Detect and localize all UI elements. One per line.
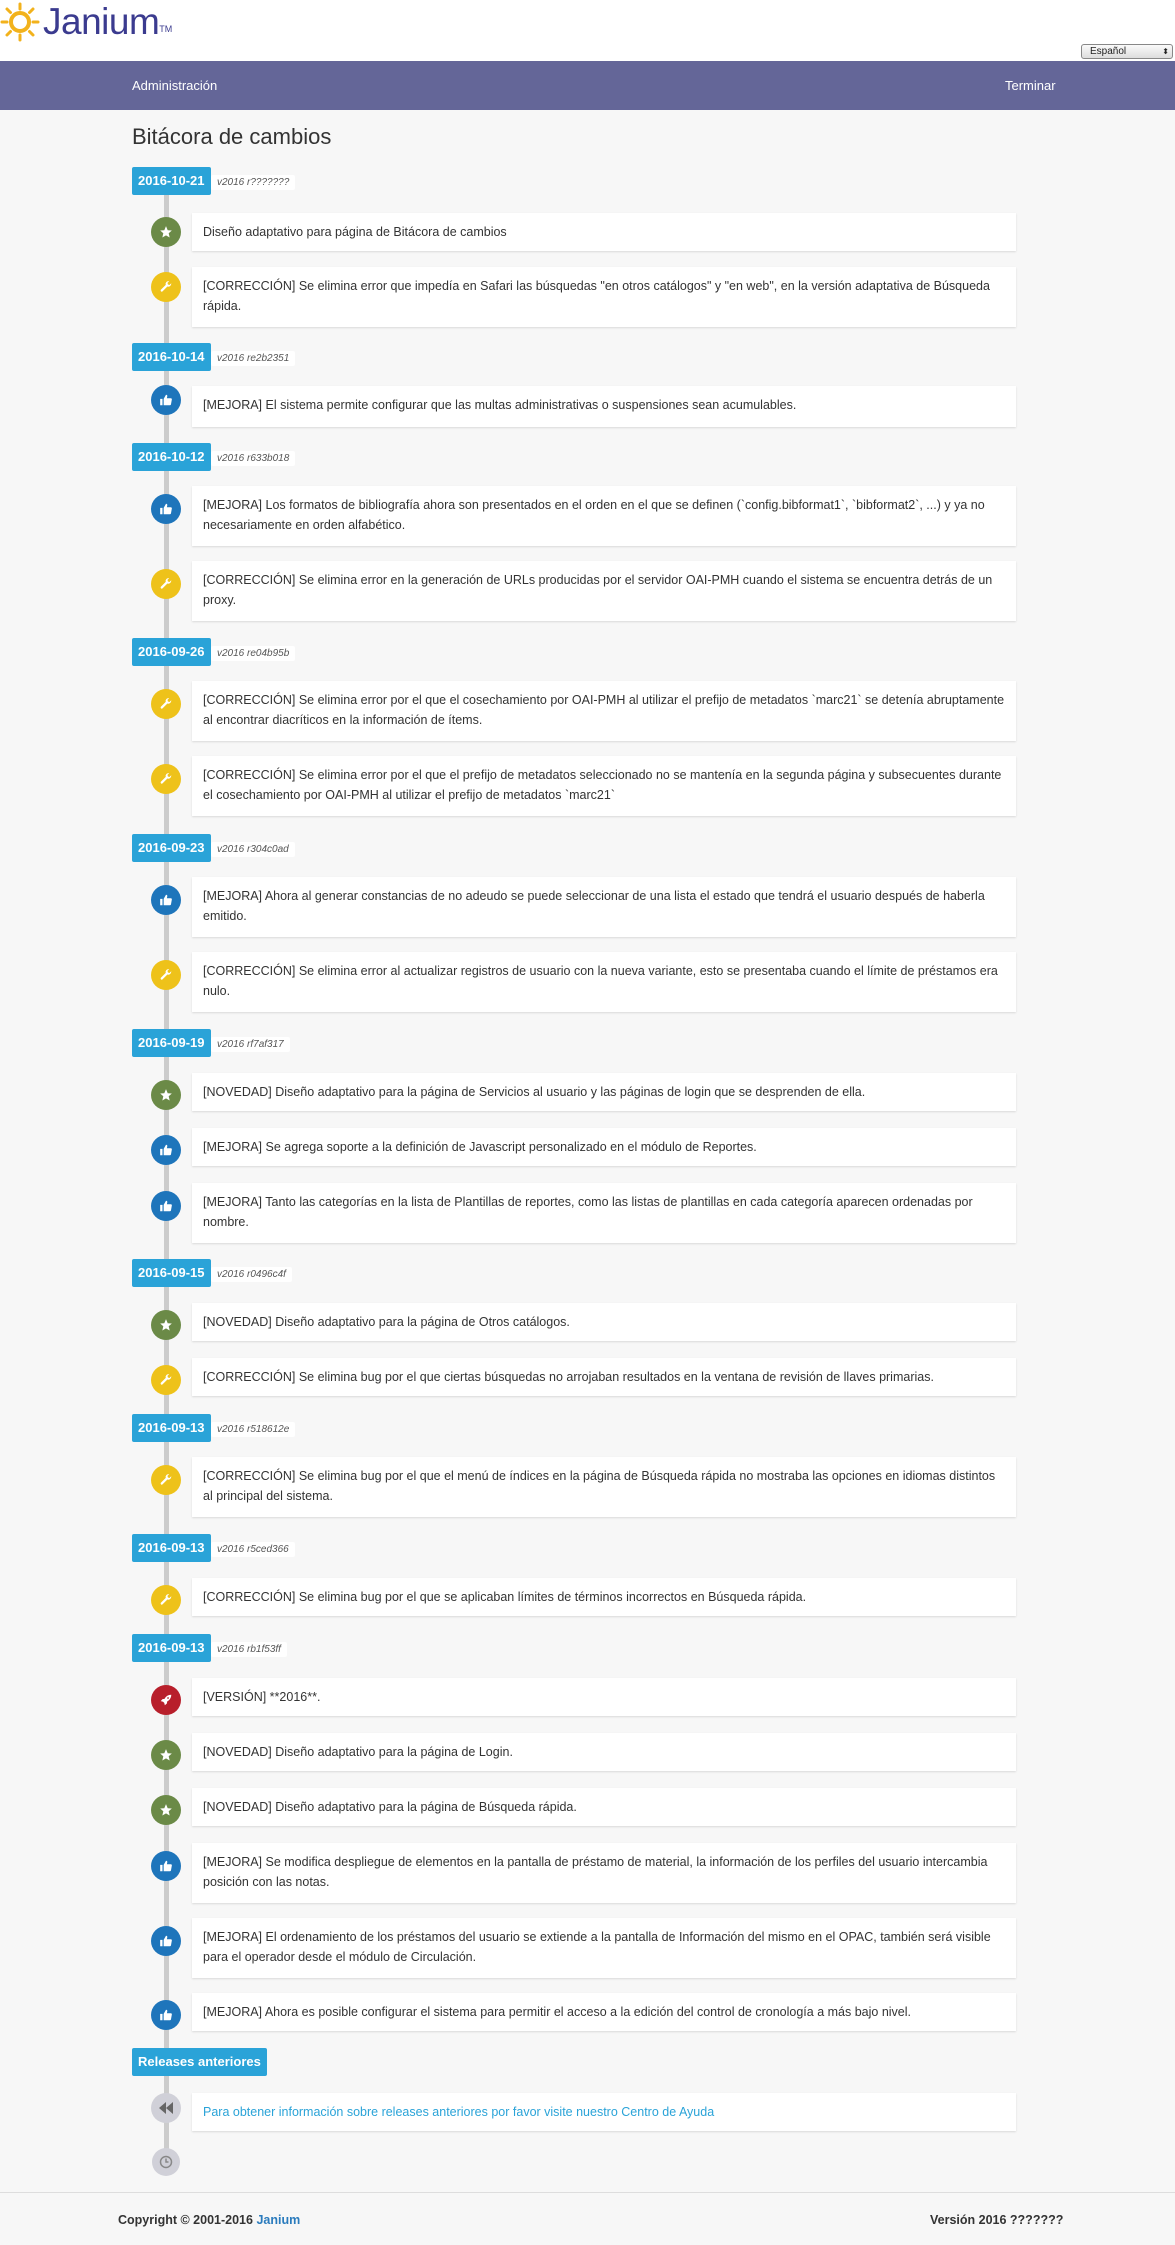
release-revision-label: v2016 re2b2351 [211,351,296,366]
copyright: Copyright © 2001-2016 Janium [118,2213,300,2227]
thumbs-up-icon [151,385,181,415]
thumbs-up-icon [151,1135,181,1165]
changelog-entry: [NOVEDAD] Diseño adaptativo para la pági… [192,1788,1016,1826]
version-label: Versión 2016 ??????? [930,2213,1064,2227]
rocket-icon [151,1685,181,1715]
star-icon [151,1080,181,1110]
rewind-icon [151,2093,181,2123]
release-revision-label: v2016 r??????? [211,175,296,190]
wrench-icon [151,764,181,794]
changelog-entry: [CORRECCIÓN] Se elimina bug por el que s… [192,1578,1016,1616]
language-select-value: Español [1090,46,1127,57]
star-icon [151,1740,181,1770]
release-date-badge: 2016-10-12 [132,443,211,471]
changelog-entry: [CORRECCIÓN] Se elimina error en la gene… [192,561,1016,621]
select-arrows-icon: ⬍ [1162,47,1169,56]
changelog-entry: [NOVEDAD] Diseño adaptativo para la pági… [192,1073,1016,1111]
changelog-entry: [CORRECCIÓN] Se elimina error por el que… [192,681,1016,741]
wrench-icon [151,272,181,302]
release-revision-label: v2016 rf7af317 [211,1037,290,1052]
star-icon [151,217,181,247]
wrench-icon [151,960,181,990]
star-icon [151,1310,181,1340]
changelog-entry: [MEJORA] Ahora es posible configurar el … [192,1993,1016,2031]
thumbs-up-icon [151,494,181,524]
wrench-icon [151,1465,181,1495]
janium-footer-link[interactable]: Janium [256,2213,300,2227]
changelog-entry: [CORRECCIÓN] Se elimina error al actuali… [192,952,1016,1012]
sun-logo-icon [0,2,40,42]
janium-logo[interactable]: Janium TM [0,2,172,42]
changelog-entry: [NOVEDAD] Diseño adaptativo para la pági… [192,1733,1016,1771]
language-select[interactable]: Español ⬍ [1081,44,1173,59]
changelog-entry: [MEJORA] Los formatos de bibliografía ah… [192,486,1016,546]
older-releases-entry: Para obtener información sobre releases … [192,2093,1016,2131]
thumbs-up-icon [151,2000,181,2030]
star-icon [151,1795,181,1825]
changelog-entry: [MEJORA] Ahora al generar constancias de… [192,877,1016,937]
thumbs-up-icon [151,1191,181,1221]
release-revision-label: v2016 r0496c4f [211,1267,292,1282]
changelog-entry: [MEJORA] Se agrega soporte a la definici… [192,1128,1016,1166]
changelog-entry: [CORRECCIÓN] Se elimina error que impedí… [192,267,1016,327]
changelog-entry: Diseño adaptativo para página de Bitácor… [192,213,1016,251]
changelog-entry: [MEJORA] Se modifica despliegue de eleme… [192,1843,1016,1903]
clock-icon [152,2148,180,2176]
logo-trademark: TM [159,24,173,34]
release-date-badge: 2016-09-19 [132,1029,211,1057]
release-date-badge: 2016-09-13 [132,1534,211,1562]
thumbs-up-icon [151,1851,181,1881]
release-date-badge: 2016-09-13 [132,1634,211,1662]
release-revision-label: v2016 r5ced366 [211,1542,295,1557]
release-date-badge: 2016-09-23 [132,834,211,862]
main-navbar: Administración Terminar [0,61,1175,110]
thumbs-up-icon [151,1926,181,1956]
changelog-entry: [CORRECCIÓN] Se elimina bug por el que c… [192,1358,1016,1396]
wrench-icon [151,1365,181,1395]
changelog-entry: [CORRECCIÓN] Se elimina error por el que… [192,756,1016,816]
release-revision-label: v2016 re04b95b [211,646,296,661]
thumbs-up-icon [151,885,181,915]
wrench-icon [151,1585,181,1615]
copyright-text: Copyright © 2001-2016 [118,2213,253,2227]
release-date-badge: 2016-10-21 [132,167,211,195]
wrench-icon [151,689,181,719]
release-revision-label: v2016 r633b018 [211,451,296,466]
wrench-icon [151,569,181,599]
release-date-badge: 2016-09-15 [132,1259,211,1287]
changelog-entry: [NOVEDAD] Diseño adaptativo para la pági… [192,1303,1016,1341]
release-revision-label: v2016 r304c0ad [211,842,295,857]
release-revision-label: v2016 rb1f53ff [211,1642,287,1657]
footer: Copyright © 2001-2016 Janium Versión 201… [0,2192,1175,2245]
logo-text: Janium [43,1,160,42]
changelog-entry: [MEJORA] El ordenamiento de los préstamo… [192,1918,1016,1978]
release-date-badge: 2016-10-14 [132,343,211,371]
changelog-entry: [MEJORA] Tanto las categorías en la list… [192,1183,1016,1243]
changelog-entry: [VERSIÓN] **2016**. [192,1678,1016,1716]
release-date-badge: 2016-09-26 [132,638,211,666]
nav-logout-link[interactable]: Terminar [1005,61,1056,110]
page-title: Bitácora de cambios [132,124,332,149]
changelog-entry: [CORRECCIÓN] Se elimina bug por el que e… [192,1457,1016,1517]
top-header: Janium TM Español ⬍ [0,0,1175,61]
older-releases-badge: Releases anteriores [132,2048,267,2076]
help-center-link[interactable]: Para obtener información sobre releases … [203,2105,714,2119]
nav-administration-link[interactable]: Administración [132,61,217,110]
release-date-badge: 2016-09-13 [132,1414,211,1442]
release-revision-label: v2016 r518612e [211,1422,296,1437]
changelog-entry: [MEJORA] El sistema permite configurar q… [192,386,1016,427]
